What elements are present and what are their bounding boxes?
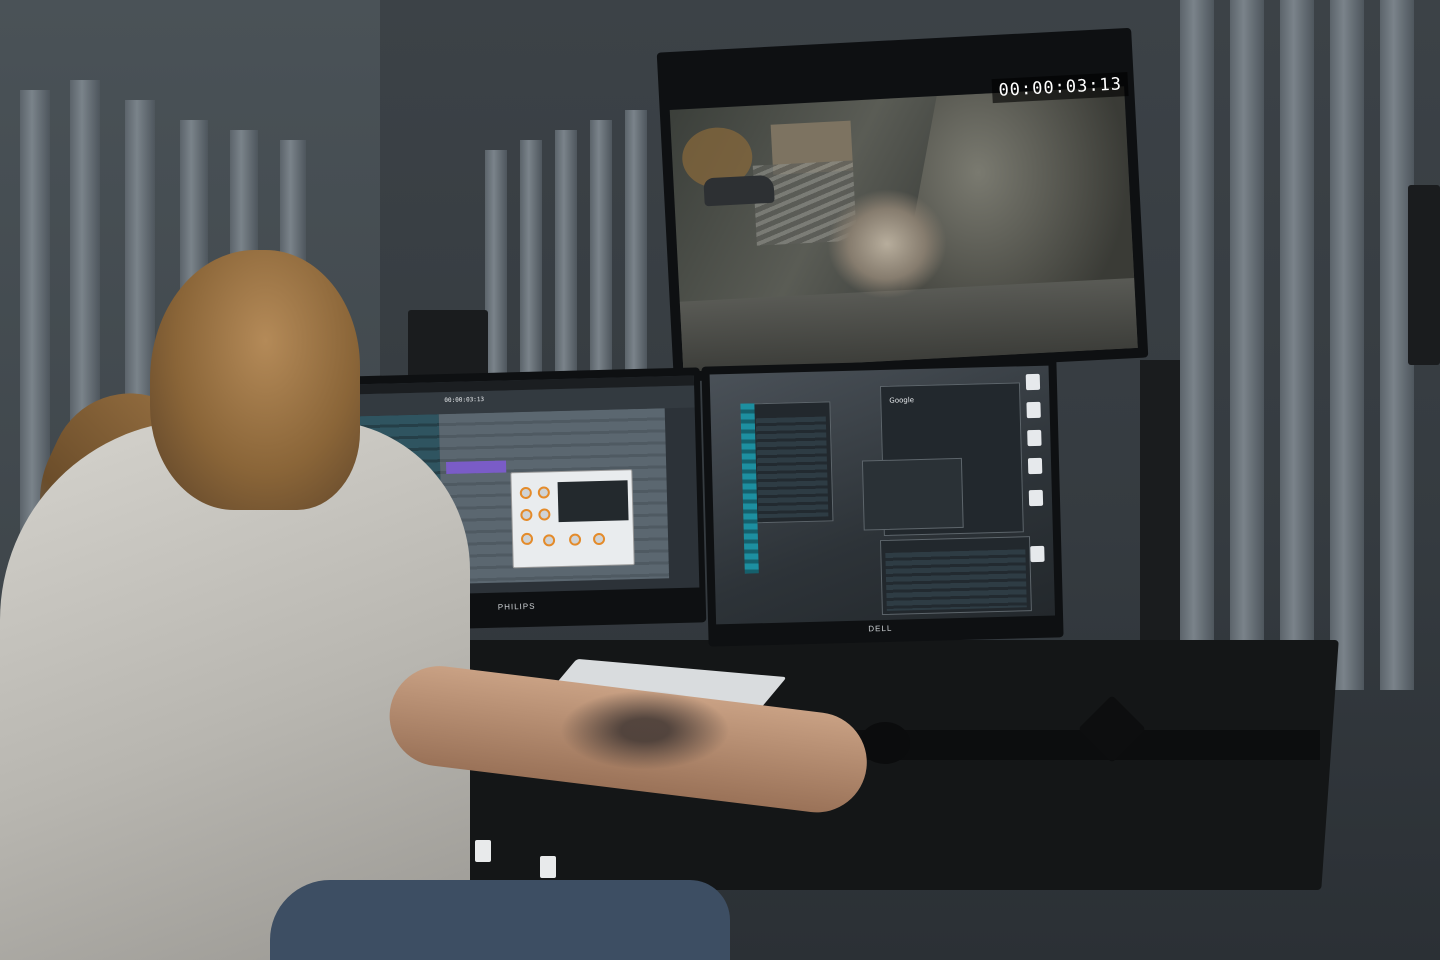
- mouse: [860, 722, 910, 764]
- monitor-stand: [1140, 360, 1180, 680]
- video-preview: [669, 86, 1138, 372]
- mixer-window: [750, 401, 834, 524]
- plugin-knob: [568, 533, 582, 546]
- daw-timecode: 00:00:03:13: [444, 396, 485, 405]
- plugin-knob: [538, 508, 551, 521]
- wall-outlet: [540, 856, 556, 878]
- plugin-knob: [542, 534, 556, 547]
- monitor-brand-logo: DELL: [868, 623, 893, 634]
- plugin-knob: [537, 486, 550, 499]
- side-monitor: Google DELL: [701, 357, 1064, 647]
- person-jeans: [270, 880, 730, 960]
- plugin-knob: [519, 486, 532, 500]
- desktop-icon: [1026, 401, 1041, 419]
- parked-car: [703, 174, 775, 207]
- dark-panel-window: [861, 457, 964, 531]
- top-video-monitor: 00:00:03:13: [656, 27, 1149, 383]
- plugin-knob: [520, 532, 534, 546]
- side-monitor-screen: Google: [709, 365, 1056, 625]
- desktop-icon: [1027, 429, 1042, 447]
- desktop-icon: [1030, 545, 1045, 563]
- person-hair: [150, 250, 360, 510]
- desktop-icon: [1028, 489, 1044, 507]
- plugin-knob: [592, 532, 606, 546]
- file-list-window: [879, 536, 1032, 616]
- desktop-icon: [1025, 373, 1041, 391]
- monitor-brand-logo: PHILIPS: [497, 601, 536, 612]
- studio-photo: 00:00:03:13 00:00:03:13 PHILIPS Google D…: [0, 0, 1440, 960]
- audio-clip: [445, 460, 507, 475]
- arm-tattoo: [560, 690, 730, 770]
- plugin-knob: [520, 508, 533, 522]
- wall-outlet: [475, 840, 491, 862]
- eq-plugin-window: [510, 469, 635, 569]
- desktop-icon: [1027, 457, 1043, 475]
- eq-graph: [557, 480, 629, 523]
- right-speaker: [1408, 185, 1440, 365]
- creature-figure: [824, 185, 950, 302]
- browser-search-brand: Google: [889, 396, 915, 405]
